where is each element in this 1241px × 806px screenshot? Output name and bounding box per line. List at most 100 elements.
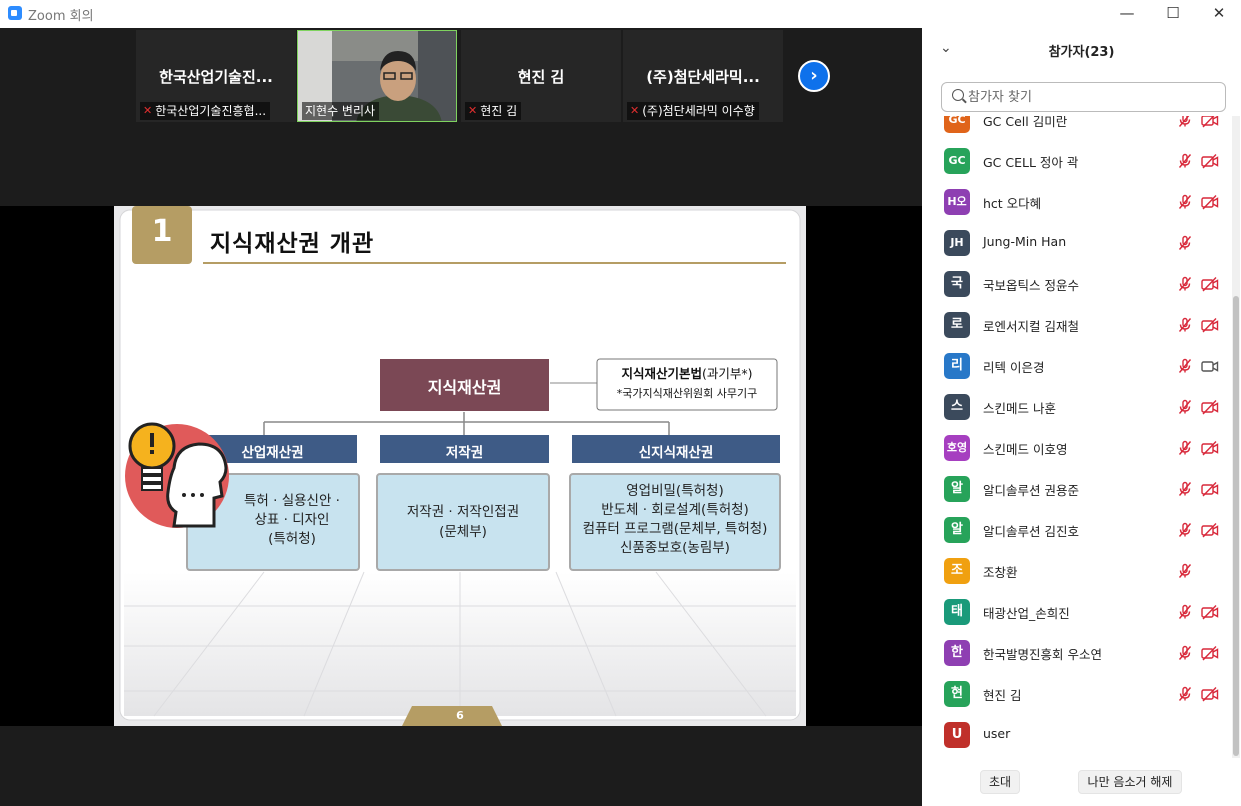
participant-row[interactable]: 로 로엔서지컬 김재철	[922, 304, 1232, 344]
mic-muted-icon	[1177, 317, 1193, 333]
mic-muted-icon	[1177, 522, 1193, 538]
search-input[interactable]	[968, 86, 1218, 108]
video-off-icon	[1201, 686, 1219, 702]
avatar: 스	[944, 394, 970, 420]
avatar: 조	[944, 558, 970, 584]
panel-title: 참가자(23)	[1048, 45, 1115, 60]
maximize-button[interactable]: ☐	[1150, 0, 1196, 28]
law-box: 지식재산기본법(과기부*) *국가지식재산위원회 사무기구	[597, 363, 777, 401]
title-bar: Zoom 회의 — ☐ ✕	[0, 0, 1241, 28]
participant-row[interactable]: 태 태광산업_손희진	[922, 591, 1232, 631]
page-number: 6	[456, 709, 464, 722]
participant-row[interactable]: 스 스킨메드 나훈	[922, 386, 1232, 426]
video-off-icon	[1201, 645, 1219, 661]
minimize-button[interactable]: —	[1104, 0, 1150, 28]
video-tile[interactable]: 한국산업기술진... ✕ 한국산업기술진흥협...	[136, 30, 296, 122]
tile-name: (주)첨단세라믹...	[646, 68, 760, 86]
video-off-icon	[1201, 116, 1219, 128]
participants-panel: ⌄ 참가자(23) GC GC Cell 김미란 GC GC CELL 정아 곽 H오 h…	[922, 28, 1241, 806]
category-line: 컴퓨터 프로그램(문체부, 특허청)	[582, 521, 768, 537]
search-icon	[952, 89, 964, 101]
video-on-icon	[1201, 358, 1219, 374]
law-title: 지식재산기본법	[621, 366, 702, 381]
participant-row[interactable]: 호영 스킨메드 이호영	[922, 427, 1232, 467]
next-page-button[interactable]: ›	[798, 60, 830, 92]
participant-row[interactable]: 조 조창환	[922, 550, 1232, 590]
avatar: 알	[944, 517, 970, 543]
mic-muted-icon: ✕	[143, 104, 153, 117]
close-button[interactable]: ✕	[1196, 0, 1241, 28]
participant-search[interactable]	[941, 82, 1226, 112]
participant-row[interactable]: 알 알디솔루션 김진호	[922, 509, 1232, 549]
category-body: 저작권 · 저작인접권 (문체부)	[377, 502, 549, 542]
mic-muted-icon	[1177, 358, 1193, 374]
video-tile[interactable]: 현진 김 ✕ 현진 김	[461, 30, 621, 122]
avatar: 현	[944, 681, 970, 707]
participant-row[interactable]: 현 현진 김	[922, 673, 1232, 713]
tile-name: 한국산업기술진...	[159, 68, 273, 86]
avatar: GC	[944, 116, 970, 133]
participant-name: 스킨메드 이호영	[983, 442, 1068, 457]
video-off-icon	[1201, 276, 1219, 292]
law-note: *국가지식재산위원회 사무기구	[616, 387, 758, 400]
tile-label: 지현수 변리사	[302, 102, 380, 120]
video-tile[interactable]: (주)첨단세라믹... ✕ (주)첨단세라믹 이수향	[623, 30, 783, 122]
mic-muted-icon	[1177, 604, 1193, 620]
tile-name: 현진 김	[517, 68, 565, 86]
participant-row[interactable]: GC GC CELL 정아 곽	[922, 140, 1232, 180]
participant-row[interactable]: H오 hct 오다혜	[922, 181, 1232, 221]
mic-muted-icon	[1177, 481, 1193, 497]
mic-muted-icon	[1177, 153, 1193, 169]
avatar: GC	[944, 148, 970, 174]
mic-muted-icon	[1177, 194, 1193, 210]
scrollbar[interactable]	[1232, 116, 1240, 758]
participant-row[interactable]: GC GC Cell 김미란	[922, 116, 1232, 139]
participant-name: 로엔서지컬 김재철	[983, 319, 1079, 334]
panel-header: ⌄ 참가자(23)	[922, 28, 1241, 72]
category-line: 저작권 · 저작인접권	[406, 504, 520, 520]
avatar: H오	[944, 189, 970, 215]
participant-row[interactable]: 리 리텍 이은경	[922, 345, 1232, 385]
zoom-window: Zoom 회의 — ☐ ✕ 한국산업기술진... ✕한국산업기술진흥협...	[0, 0, 1241, 806]
video-off-icon	[1201, 440, 1219, 456]
avatar: JH	[944, 230, 970, 256]
avatar: 한	[944, 640, 970, 666]
category-header: 저작권	[445, 445, 484, 461]
participant-name: 한국발명진흥회 우소연	[983, 647, 1102, 662]
participant-name: 조창환	[983, 565, 1018, 580]
participant-name: 리텍 이은경	[983, 360, 1045, 375]
participant-row[interactable]: 한 한국발명진흥회 우소연	[922, 632, 1232, 672]
participant-name: hct 오다혜	[983, 196, 1042, 211]
category-line: 반도체 · 회로설계(특허청)	[601, 502, 749, 518]
participant-list: GC GC Cell 김미란 GC GC CELL 정아 곽 H오 hct 오다혜 JH Ju…	[922, 116, 1232, 758]
invite-button[interactable]: 초대	[980, 770, 1020, 794]
zoom-logo-icon	[8, 6, 22, 20]
scroll-thumb[interactable]	[1233, 296, 1239, 756]
participant-row[interactable]: Uuser	[922, 714, 1232, 754]
category-header: 산업재산권	[241, 445, 304, 461]
category-body: 영업비밀(특허청) 반도체 · 회로설계(특허청) 컴퓨터 프로그램(문체부, …	[570, 482, 780, 558]
participant-name: 스킨메드 나훈	[983, 401, 1056, 416]
participant-name: 알디솔루션 김진호	[983, 524, 1079, 539]
shared-slide: 1 지식재산권 개관 지식재산권 지식재산기본법(과기부*) *국가지식재산위원…	[114, 206, 806, 726]
screen-share-area: 1 지식재산권 개관 지식재산권 지식재산기본법(과기부*) *국가지식재산위원…	[0, 206, 922, 726]
video-off-icon	[1201, 194, 1219, 210]
participant-name: Jung-Min Han	[983, 234, 1067, 249]
video-off-icon	[1201, 399, 1219, 415]
unmute-me-button[interactable]: 나만 음소거 해제	[1078, 770, 1182, 794]
mic-muted-icon	[1177, 235, 1193, 251]
video-off-icon	[1201, 481, 1219, 497]
tile-label: ✕ (주)첨단세라믹 이수향	[627, 102, 759, 120]
mic-muted-icon: ✕	[630, 104, 640, 117]
video-off-icon	[1201, 522, 1219, 538]
slide-number: 1	[151, 214, 173, 249]
avatar: 알	[944, 476, 970, 502]
lightbulb-head-icon	[125, 422, 229, 528]
video-tile-active[interactable]: 지현수 변리사	[297, 30, 457, 122]
category-line: 영업비밀(특허청)	[626, 483, 724, 499]
video-off-icon	[1201, 153, 1219, 169]
participant-name: 국보옵틱스 정윤수	[983, 278, 1079, 293]
participant-row[interactable]: 국 국보옵틱스 정윤수	[922, 263, 1232, 303]
participant-row[interactable]: JH Jung-Min Han	[922, 222, 1232, 262]
participant-row[interactable]: 알 알디솔루션 권용준	[922, 468, 1232, 508]
